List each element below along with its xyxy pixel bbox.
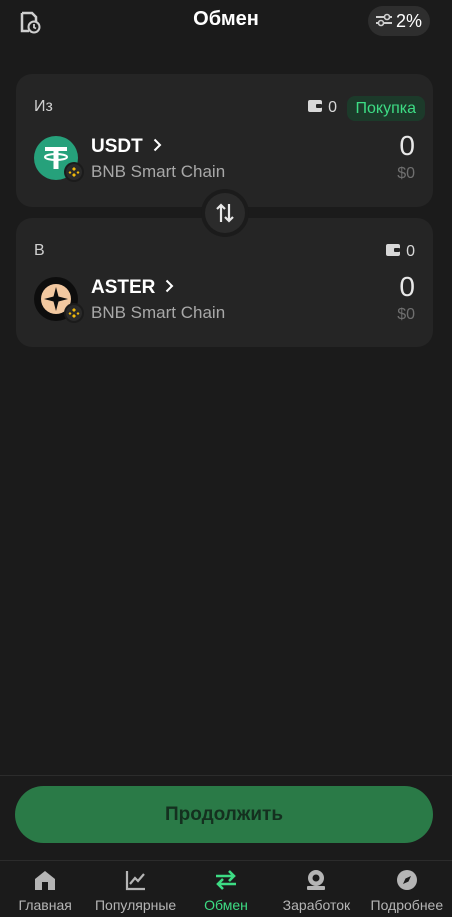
nav-item-earn[interactable]: Заработок [271, 862, 361, 917]
slippage-button[interactable]: 2% [368, 6, 430, 36]
nav-label-swap: Обмен [204, 897, 248, 913]
from-token-selector[interactable]: USDT [91, 136, 162, 158]
from-balance: 0 [308, 99, 337, 117]
nav-item-swap[interactable]: Обмен [181, 862, 271, 917]
swap-direction-button[interactable] [201, 189, 249, 237]
buy-button[interactable]: Покупка [346, 96, 425, 121]
to-amount-input[interactable]: 0 [399, 271, 415, 303]
from-chain-name: BNB Smart Chain [91, 162, 226, 181]
nav-item-more[interactable]: Подробнее [362, 862, 452, 917]
bnb-chain-icon [64, 162, 84, 182]
slippage-value: 2% [395, 10, 422, 31]
swap-icon [214, 868, 238, 892]
divider [0, 775, 452, 776]
nav-item-home[interactable]: Главная [0, 862, 90, 917]
wallet-icon [308, 99, 323, 117]
nav-label-earn: Заработок [282, 897, 351, 913]
nav-label-more: Подробнее [370, 897, 444, 913]
from-usd-value: $0 [397, 165, 415, 182]
chevron-right-icon [165, 277, 174, 299]
to-token-name: ASTER [91, 277, 156, 298]
header: Обмен 2% [0, 0, 452, 44]
continue-button[interactable]: Продолжить [15, 786, 433, 843]
to-balance-value: 0 [406, 243, 415, 260]
nav-item-popular[interactable]: Популярные [90, 862, 180, 917]
bnb-chain-icon [64, 303, 84, 323]
to-card: В 0 ASTER BNB Smart Chain 0 $0 [16, 218, 433, 347]
chart-icon [124, 868, 148, 892]
nav-label-popular: Популярные [94, 897, 177, 913]
wallet-icon [386, 243, 401, 261]
to-token-selector[interactable]: ASTER [91, 277, 174, 299]
to-chain-name: BNB Smart Chain [91, 303, 226, 322]
settings-sliders-icon [375, 11, 392, 32]
to-balance: 0 [386, 243, 415, 261]
from-balance-value: 0 [328, 99, 337, 116]
to-label: В [34, 242, 45, 259]
from-label: Из [34, 98, 53, 115]
home-icon [33, 868, 57, 892]
compass-icon [395, 868, 419, 892]
nav-label-home: Главная [18, 897, 72, 913]
from-card: Из 0 Покупка USDT BNB Smart Chain 0 $0 [16, 74, 433, 207]
from-amount-input[interactable]: 0 [399, 130, 415, 162]
chevron-right-icon [153, 136, 162, 158]
bottom-nav: Главная Популярные Обмен Заработок Подро… [0, 862, 452, 917]
earn-icon [304, 868, 328, 892]
to-usd-value: $0 [397, 306, 415, 323]
swap-arrows-icon [205, 193, 245, 233]
divider [0, 860, 452, 861]
from-token-name: USDT [91, 136, 143, 157]
